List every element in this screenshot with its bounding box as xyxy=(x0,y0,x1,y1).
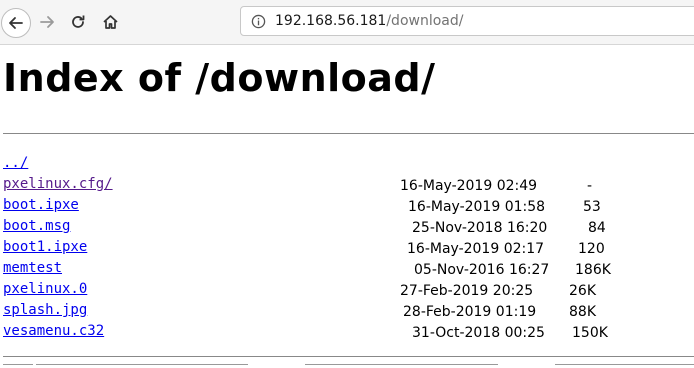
entry-link[interactable]: boot.ipxe xyxy=(3,197,79,213)
entry-link[interactable]: vesamenu.c32 xyxy=(3,323,104,339)
entry-size: 26K xyxy=(569,283,596,299)
entry-size: 150K xyxy=(572,325,608,341)
entry-size: 88K xyxy=(569,304,596,320)
entry-date: 27-Feb-2019 20:25 xyxy=(400,283,534,299)
fragment-line xyxy=(36,364,248,365)
list-item: boot.ipxe 16-May-2019 01:58 53 xyxy=(3,196,693,217)
url-text: 192.168.56.181/download/ xyxy=(275,13,463,29)
entry-link[interactable]: memtest xyxy=(3,260,62,276)
list-item: boot1.ipxe 16-May-2019 02:17 120 xyxy=(3,238,693,259)
directory-listing: ../ pxelinux.cfg/ 16-May-2019 02:49 - bo… xyxy=(3,154,693,343)
fragment-line xyxy=(3,364,33,365)
entry-link[interactable]: boot.msg xyxy=(3,218,70,234)
forward-button[interactable] xyxy=(32,7,62,37)
entry-date: 28-Feb-2019 01:19 xyxy=(403,304,537,320)
entry-link[interactable]: pxelinux.cfg/ xyxy=(3,176,113,192)
entry-date: 05-Nov-2016 16:27 xyxy=(414,262,550,278)
home-icon xyxy=(102,14,119,30)
entry-link-parent[interactable]: ../ xyxy=(3,155,28,171)
info-icon[interactable] xyxy=(250,13,266,29)
list-item: boot.msg 25-Nov-2018 16:20 84 xyxy=(3,217,693,238)
fragment-line xyxy=(555,364,694,365)
top-divider xyxy=(3,133,694,134)
url-bar[interactable]: 192.168.56.181/download/ xyxy=(240,6,694,36)
url-path: /download/ xyxy=(386,13,464,29)
reload-icon xyxy=(70,14,86,30)
arrow-left-icon xyxy=(8,15,24,31)
browser-toolbar: 192.168.56.181/download/ xyxy=(0,0,694,45)
entry-date: 16-May-2019 02:17 xyxy=(407,241,545,257)
url-host: 192.168.56.181 xyxy=(275,13,387,29)
entry-date: 16-May-2019 02:49 xyxy=(400,178,538,194)
bottom-fragment xyxy=(0,364,694,368)
entry-size: - xyxy=(587,178,593,194)
entry-date: 25-Nov-2018 16:20 xyxy=(412,220,548,236)
entry-link[interactable]: splash.jpg xyxy=(3,302,87,318)
list-item: ../ xyxy=(3,154,693,175)
entry-link[interactable]: boot1.ipxe xyxy=(3,239,87,255)
bottom-divider xyxy=(3,356,694,357)
reload-button[interactable] xyxy=(63,7,93,37)
list-item: pxelinux.0 27-Feb-2019 20:25 26K xyxy=(3,280,693,301)
entry-size: 84 xyxy=(588,220,606,236)
list-item: pxelinux.cfg/ 16-May-2019 02:49 - xyxy=(3,175,693,196)
list-item: vesamenu.c32 31-Oct-2018 00:25 150K xyxy=(3,322,693,343)
page-title: Index of /download/ xyxy=(3,56,436,100)
entry-size: 120 xyxy=(578,241,605,257)
home-button[interactable] xyxy=(95,7,125,37)
list-item: memtest 05-Nov-2016 16:27 186K xyxy=(3,259,693,280)
entry-size: 53 xyxy=(583,199,601,215)
arrow-right-icon xyxy=(39,14,55,30)
entry-date: 31-Oct-2018 00:25 xyxy=(412,325,545,341)
fragment-line xyxy=(305,364,498,365)
back-button[interactable] xyxy=(1,8,31,38)
entry-link[interactable]: pxelinux.0 xyxy=(3,281,87,297)
list-item: splash.jpg 28-Feb-2019 01:19 88K xyxy=(3,301,693,322)
entry-size: 186K xyxy=(575,262,611,278)
entry-date: 16-May-2019 01:58 xyxy=(408,199,546,215)
